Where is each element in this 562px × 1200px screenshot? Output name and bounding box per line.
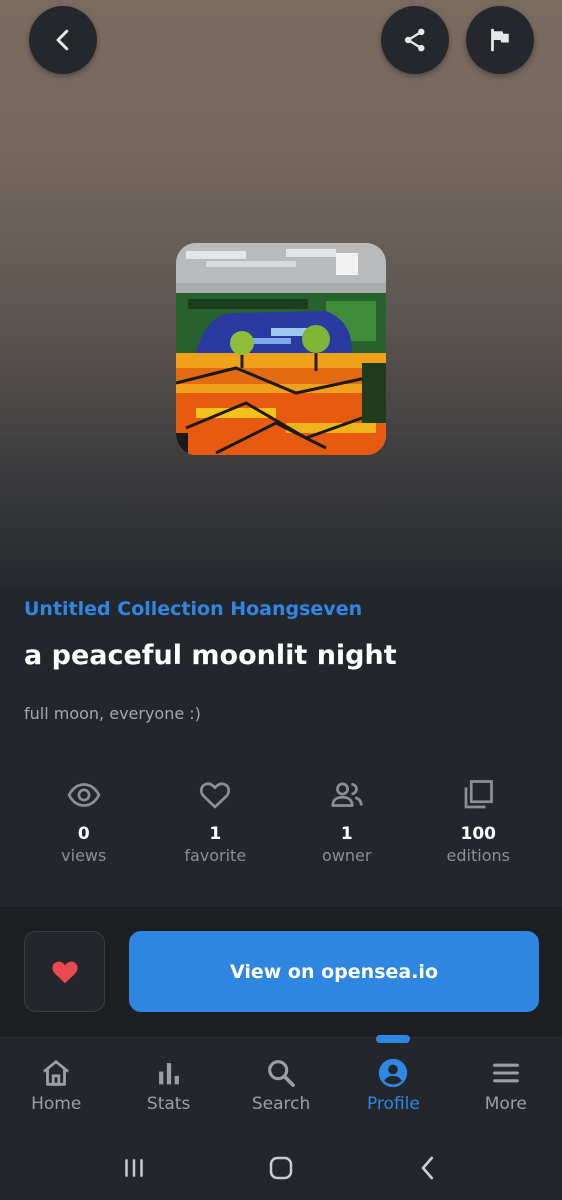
home-circle-icon[interactable] xyxy=(266,1153,296,1183)
stat-owner-value: 1 xyxy=(340,824,353,844)
view-on-opensea-button[interactable]: View on opensea.io xyxy=(129,931,539,1012)
heart-filled-icon xyxy=(51,961,78,983)
bottom-nav: Home Stats Search Profile More xyxy=(0,1035,562,1135)
nft-artwork[interactable] xyxy=(176,243,386,455)
stat-views-label: views xyxy=(61,846,107,865)
search-icon xyxy=(268,1060,295,1087)
system-navigation-bar xyxy=(0,1135,562,1200)
stat-favorite-label: favorite xyxy=(184,846,247,865)
collection-link[interactable]: Untitled Collection Hoangseven xyxy=(24,598,362,620)
chevron-left-icon xyxy=(56,29,69,51)
stat-editions: 100 editions xyxy=(413,772,545,882)
nav-item-profile[interactable]: Profile xyxy=(337,1035,449,1135)
nav-item-home-label: Home xyxy=(31,1094,82,1114)
stat-owner: 1 owner xyxy=(281,772,413,882)
stat-views-value: 0 xyxy=(77,824,90,844)
active-indicator xyxy=(376,1035,411,1043)
nav-item-home[interactable]: Home xyxy=(0,1038,112,1135)
bar-chart-icon xyxy=(158,1063,179,1085)
nav-item-profile-label: Profile xyxy=(366,1094,420,1114)
home-icon xyxy=(43,1060,70,1086)
heart-outline-icon xyxy=(200,782,231,809)
action-bar: View on opensea.io xyxy=(0,907,562,1037)
stats-row: 0 views 1 favorite 1 owner 100 editions xyxy=(18,772,544,882)
profile-icon xyxy=(379,1058,408,1088)
nft-title: a peaceful moonlit night xyxy=(24,640,397,671)
pixel-art-moonlit-landscape xyxy=(176,243,386,455)
nav-item-more-label: More xyxy=(484,1094,527,1114)
nav-item-stats[interactable]: Stats xyxy=(112,1038,224,1135)
eye-icon xyxy=(67,783,101,807)
share-icon xyxy=(404,28,425,52)
nav-item-search-label: Search xyxy=(251,1094,311,1114)
stat-editions-value: 100 xyxy=(460,824,497,844)
stat-favorite-value: 1 xyxy=(209,824,222,844)
nav-item-stats-label: Stats xyxy=(146,1094,191,1114)
share-button[interactable] xyxy=(381,6,449,74)
recent-apps-icon[interactable] xyxy=(119,1153,149,1183)
stat-editions-label: editions xyxy=(446,846,510,865)
flag-icon xyxy=(491,28,509,52)
nav-item-search[interactable]: Search xyxy=(225,1038,337,1135)
copies-icon xyxy=(464,780,494,809)
people-icon xyxy=(331,782,363,807)
nav-item-more[interactable]: More xyxy=(450,1038,562,1135)
menu-icon xyxy=(492,1063,519,1083)
back-icon[interactable] xyxy=(413,1153,443,1183)
report-button[interactable] xyxy=(466,6,534,74)
nft-description: full moon, everyone :) xyxy=(24,704,201,723)
back-button[interactable] xyxy=(29,6,97,74)
stat-favorite: 1 favorite xyxy=(150,772,282,882)
favorite-button[interactable] xyxy=(24,931,105,1012)
stat-owner-label: owner xyxy=(322,846,372,865)
stat-views: 0 views xyxy=(18,772,150,882)
